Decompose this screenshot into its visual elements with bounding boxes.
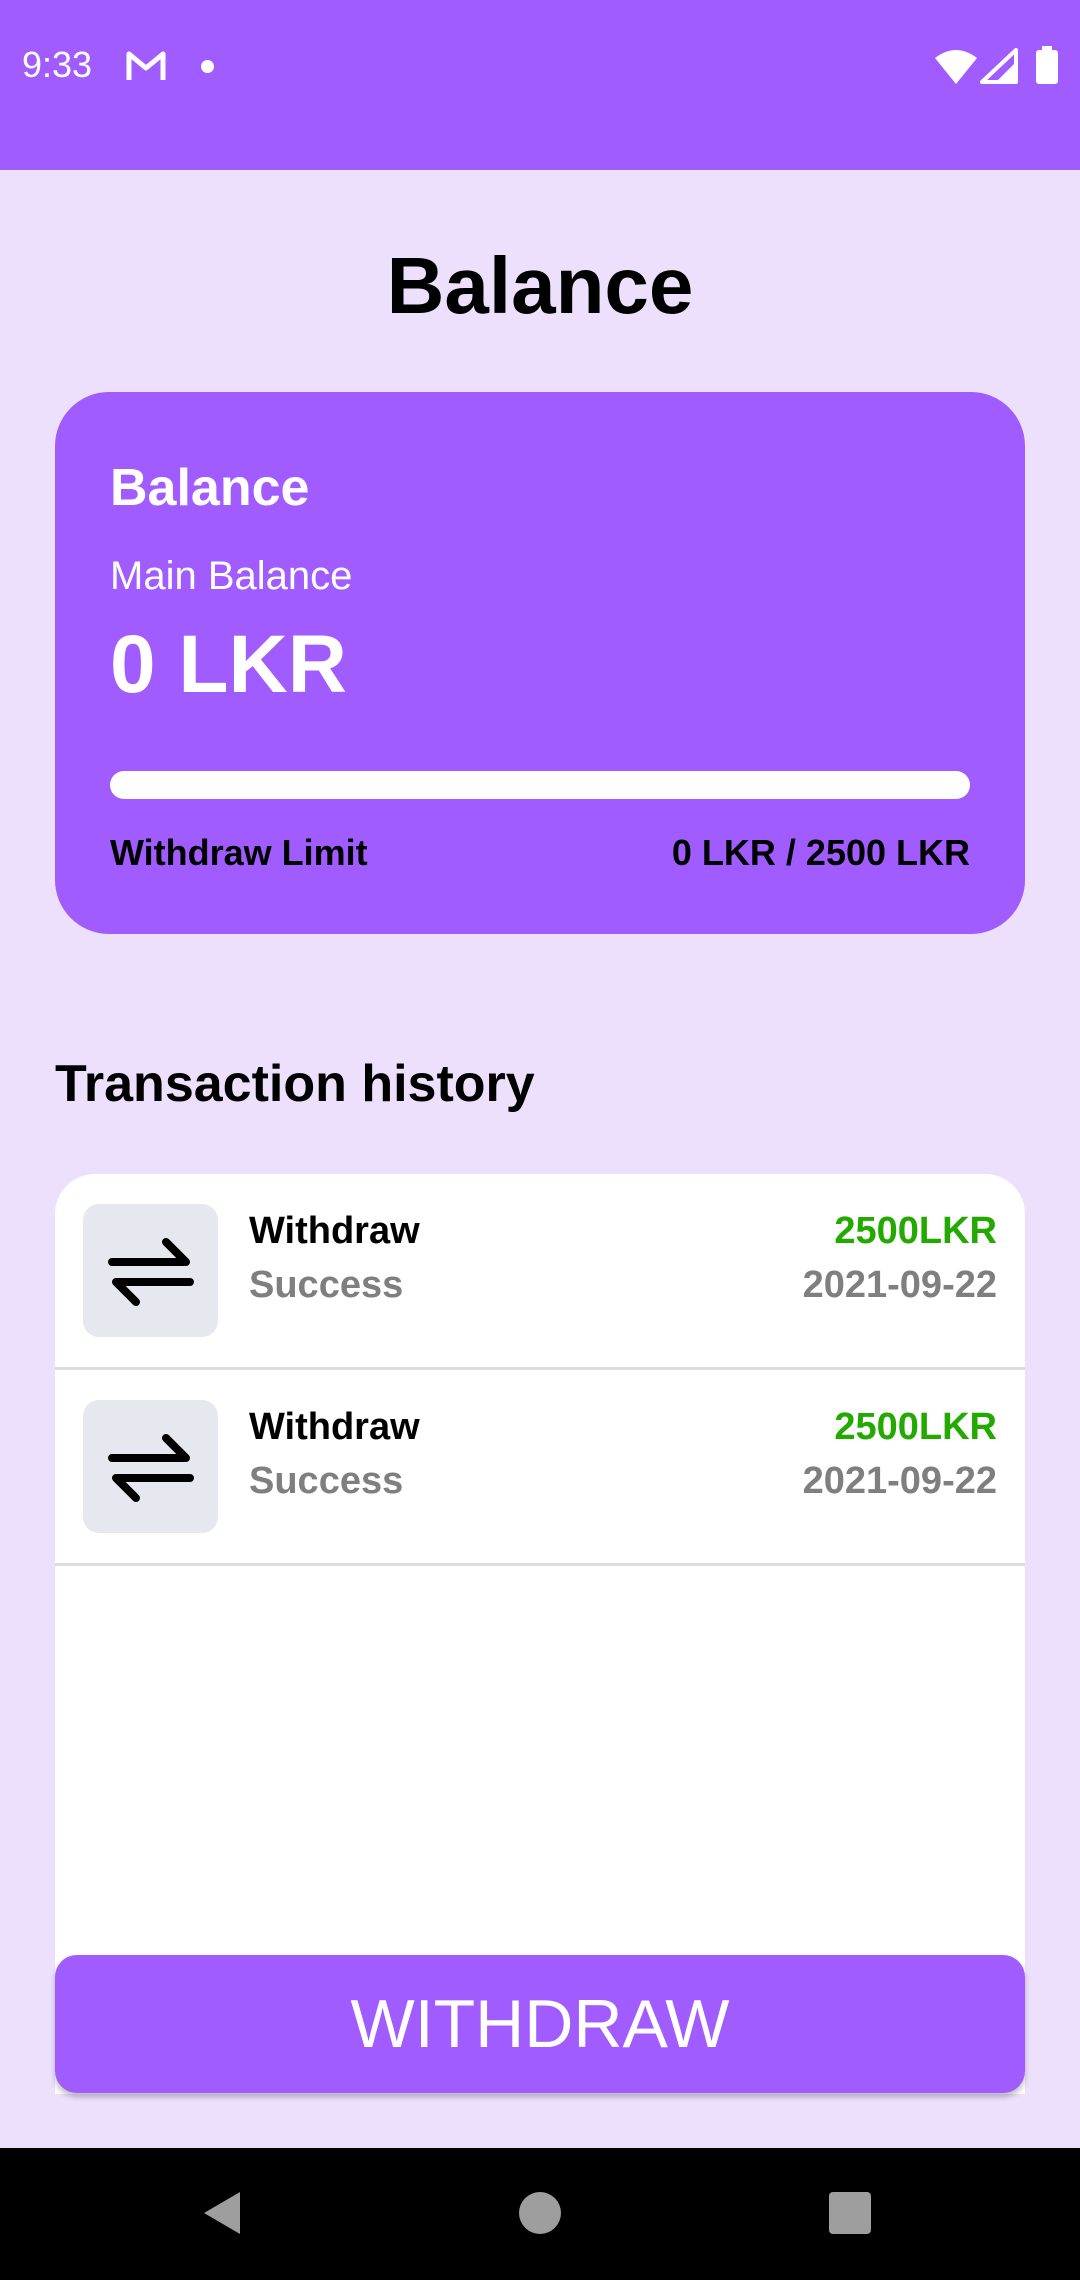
transaction-history-title: Transaction history — [55, 1055, 535, 1113]
page-title: Balance — [386, 241, 694, 330]
withdraw-limit-value: 0 LKR / 2500 LKR — [671, 832, 970, 873]
transaction-type: Withdraw — [249, 1210, 420, 1252]
withdraw-button[interactable]: WITHDRAW — [55, 1955, 1025, 2093]
transaction-status: Success — [249, 1460, 404, 1502]
navigation-bar — [0, 2148, 1080, 2280]
transaction-date: 2021-09-22 — [802, 1460, 997, 1502]
signal-icon — [980, 48, 1018, 89]
transaction-date: 2021-09-22 — [802, 1264, 997, 1306]
main-balance-value: 0 LKR — [110, 619, 347, 710]
swap-arrows-icon — [83, 1400, 218, 1533]
transaction-type: Withdraw — [249, 1406, 420, 1448]
transaction-amount: 2500LKR — [834, 1210, 997, 1252]
wifi-icon — [935, 50, 977, 89]
transaction-row[interactable]: Withdraw Success 2500LKR 2021-09-22 — [55, 1370, 1025, 1566]
transaction-amount: 2500LKR — [834, 1406, 997, 1448]
balance-card-title: Balance — [110, 459, 310, 517]
withdraw-limit-progress-fill — [110, 771, 970, 799]
recents-icon[interactable] — [829, 2192, 871, 2234]
withdraw-limit-progress-bar — [110, 771, 970, 799]
transaction-status: Success — [249, 1264, 404, 1306]
notification-dot-icon — [201, 60, 214, 73]
back-icon[interactable] — [202, 2190, 242, 2241]
transaction-row[interactable]: Withdraw Success 2500LKR 2021-09-22 — [55, 1174, 1025, 1370]
swap-arrows-icon — [83, 1204, 218, 1337]
home-icon[interactable] — [519, 2192, 561, 2234]
main-balance-label: Main Balance — [110, 554, 353, 598]
status-time: 9:33 — [22, 44, 93, 85]
balance-card: Balance Main Balance 0 LKR Withdraw Limi… — [55, 392, 1025, 934]
withdraw-limit-label: Withdraw Limit — [110, 832, 368, 873]
status-bar: 9:33 — [0, 0, 1080, 170]
gmail-icon — [126, 50, 166, 87]
battery-icon — [1036, 46, 1058, 89]
